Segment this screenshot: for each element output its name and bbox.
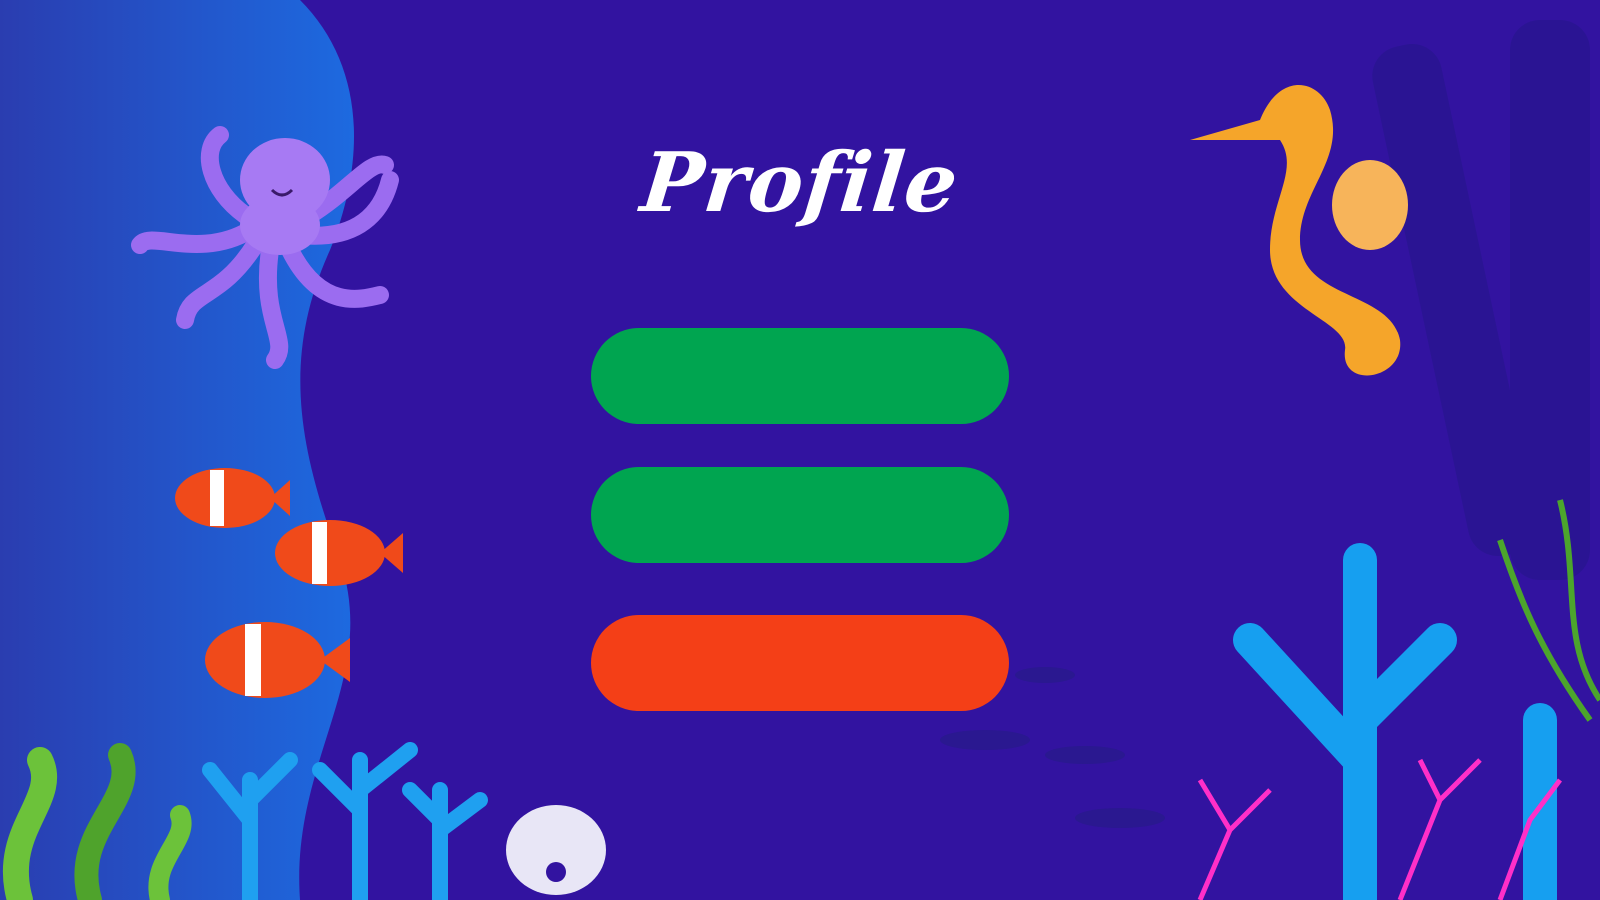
coral-icon [202,742,488,900]
profile-option-button-3[interactable] [591,615,1009,711]
profile-option-button-1[interactable] [591,328,1009,424]
seashell-icon [506,805,606,895]
profile-option-button-2[interactable] [591,467,1009,563]
coral-icon [1233,543,1557,900]
page-title: Profile [636,135,964,231]
dark-coral-icon [1372,20,1590,580]
pink-coral-icon [1197,758,1562,900]
